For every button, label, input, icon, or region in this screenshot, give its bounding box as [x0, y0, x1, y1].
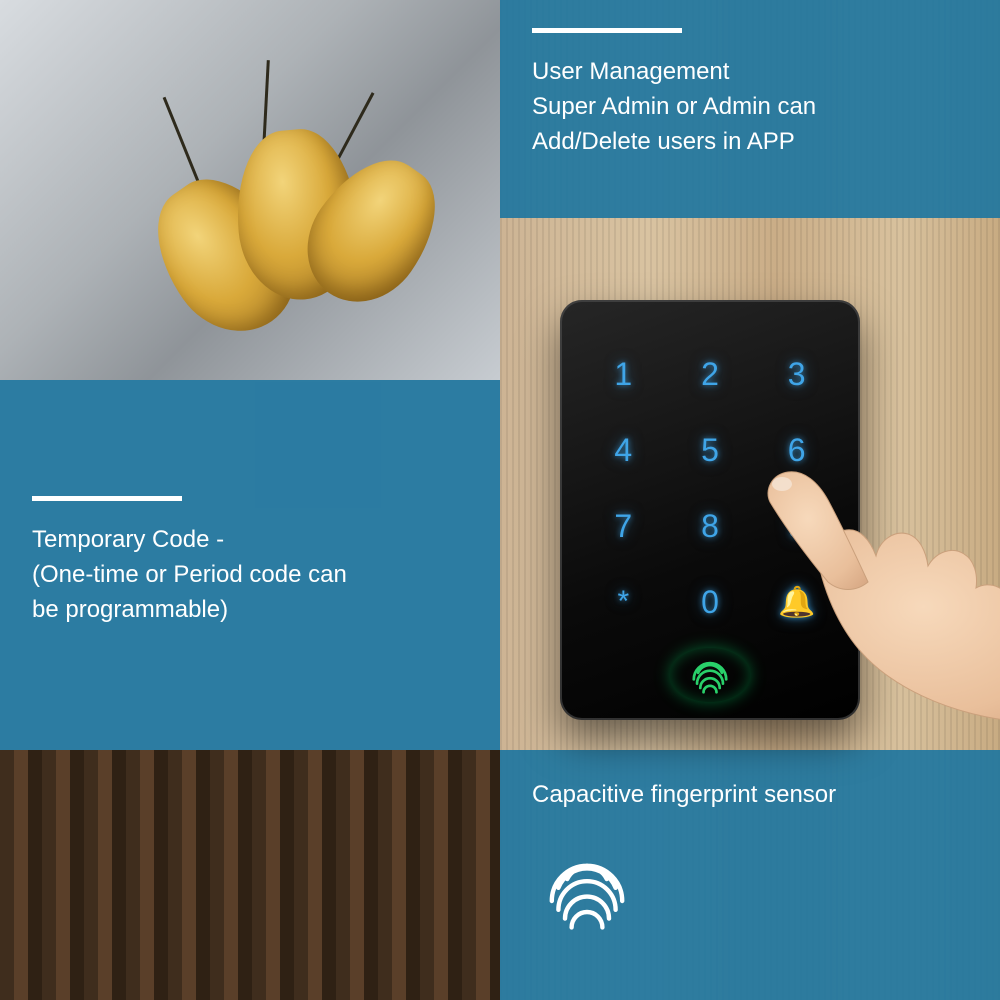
background-wood-table	[0, 750, 500, 1000]
keypad-key-star[interactable]: *	[582, 566, 665, 638]
keypad-key-bell[interactable]: 🔔	[755, 566, 838, 638]
keypad-grid: 1 2 3 4 5 6 7 8 9 * 0 🔔	[582, 338, 838, 638]
keypad-key-1[interactable]: 1	[582, 338, 665, 410]
keypad-key-5[interactable]: 5	[669, 414, 752, 486]
divider	[32, 496, 182, 501]
callout-text: Capacitive fingerprint sensor	[532, 778, 968, 813]
fingerprint-scanner[interactable]	[670, 648, 750, 702]
keypad-key-3[interactable]: 3	[755, 338, 838, 410]
keypad-key-8[interactable]: 8	[669, 490, 752, 562]
fingerprint-scanner-icon	[683, 648, 737, 702]
background-window	[0, 0, 500, 380]
keypad-key-4[interactable]: 4	[582, 414, 665, 486]
keypad-key-7[interactable]: 7	[582, 490, 665, 562]
callout-text: Temporary Code - (One-time or Period cod…	[32, 523, 468, 627]
keypad-key-6[interactable]: 6	[755, 414, 838, 486]
callout-text: User Management Super Admin or Admin can…	[532, 55, 968, 159]
keypad-key-2[interactable]: 2	[669, 338, 752, 410]
product-feature-graphic: User Management Super Admin or Admin can…	[0, 0, 1000, 1000]
access-keypad-device: 1 2 3 4 5 6 7 8 9 * 0 🔔	[560, 300, 860, 720]
callout-temporary-code: Temporary Code - (One-time or Period cod…	[0, 380, 500, 750]
callout-fingerprint-sensor: Capacitive fingerprint sensor	[500, 750, 1000, 1000]
keypad-key-9[interactable]: 9	[755, 490, 838, 562]
fingerprint-icon	[532, 835, 642, 945]
divider	[532, 28, 682, 33]
keypad-key-0[interactable]: 0	[669, 566, 752, 638]
callout-user-management: User Management Super Admin or Admin can…	[500, 0, 1000, 218]
